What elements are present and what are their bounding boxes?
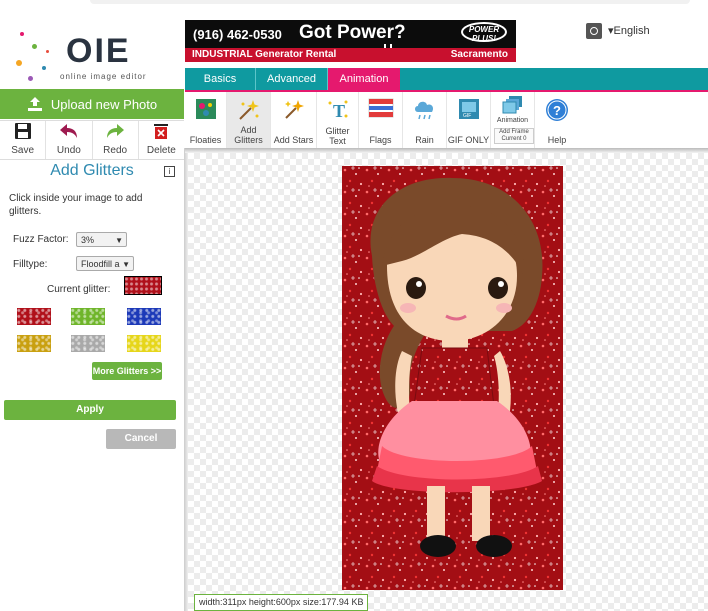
toolbar-add-stars[interactable]: Add Stars (271, 92, 317, 148)
gif-icon: GIF (458, 98, 480, 122)
filltype-value: Floodfill a (81, 259, 120, 269)
toolbar-animation[interactable]: Animation Add Frame Current 0 (491, 92, 535, 148)
logo-sparkle-icon (32, 44, 37, 49)
toolbar-gif-only[interactable]: GIF GIF ONLY (447, 92, 491, 148)
language-selector[interactable]: ▾English (608, 24, 650, 37)
glitter-swatch-green[interactable] (71, 308, 105, 325)
toolbar-rain[interactable]: Rain (403, 92, 447, 148)
logo-subtitle: online image editor (60, 72, 147, 81)
rain-cloud-icon (412, 98, 438, 124)
fuzz-factor-select[interactable]: 3% ▼ (76, 232, 127, 247)
panel-hint: Click inside your image to add glitters. (9, 193, 143, 217)
save-button[interactable]: Save (0, 121, 47, 159)
svg-text:GIF: GIF (463, 113, 471, 119)
help-icon: ? (545, 98, 569, 124)
toolbar-floaties[interactable]: Floaties (185, 92, 227, 148)
logo-sparkle-icon (20, 32, 24, 36)
top-strip (90, 0, 690, 4)
toolbar-help[interactable]: ? Help (535, 92, 579, 148)
redo-button[interactable]: Redo (93, 121, 139, 159)
redo-arrow-icon (105, 122, 125, 145)
stars-wand-icon (282, 98, 306, 124)
delete-button[interactable]: Delete (139, 121, 184, 159)
glitter-text-icon: T (326, 98, 350, 124)
edited-image[interactable] (342, 166, 563, 590)
toolbar-label: Glitter Text (325, 126, 350, 146)
cancel-button[interactable]: Cancel (106, 429, 176, 449)
logo[interactable]: OIE online image editor (10, 22, 180, 88)
undo-button[interactable]: Undo (46, 121, 93, 159)
toolbar-add-glitters[interactable]: Add Glitters (227, 92, 271, 148)
fuzz-factor-label: Fuzz Factor: (13, 234, 69, 245)
ad-phone: (916) 462-0530 (193, 27, 282, 42)
tab-animation[interactable]: Animation (328, 68, 400, 90)
ad-subbar: INDUSTRIAL Generator Rental Sacramento (185, 48, 516, 62)
ad-sub-left: INDUSTRIAL Generator Rental (192, 49, 337, 60)
chevron-down-icon: ▼ (115, 236, 123, 245)
svg-text:T: T (333, 101, 345, 121)
add-frame-label[interactable]: Add Frame Current 0 (494, 128, 534, 144)
ad-sub-right: Sacramento (450, 49, 508, 60)
undo-label: Undo (56, 145, 81, 156)
redo-label: Redo (103, 145, 128, 156)
undo-arrow-icon (59, 122, 79, 145)
toolbar-flags[interactable]: Flags (359, 92, 403, 148)
current-glitter-preview (124, 276, 162, 295)
toolbar-label: Rain (415, 135, 434, 145)
advertisement-banner[interactable]: (916) 462-0530 Got Power? POWER PLUS! IN… (185, 20, 516, 62)
glitter-swatch-yellow[interactable] (127, 335, 161, 352)
filltype-select[interactable]: Floodfill a ▼ (76, 256, 134, 271)
svg-text:?: ? (553, 103, 561, 118)
upload-photo-button[interactable]: Upload new Photo (0, 89, 184, 119)
upload-label: Upload new Photo (50, 96, 158, 112)
toolbar-label: Flags (369, 135, 392, 145)
toolbar-label: Floaties (189, 135, 222, 145)
image-info-status: width:311px height:600px size:177.94 KB (194, 594, 369, 611)
toolbar-label: Add Glitters (234, 125, 263, 145)
ad-brand-logo: POWER PLUS! (461, 22, 507, 43)
floaties-icon (195, 98, 217, 122)
tab-basics[interactable]: Basics (185, 68, 255, 90)
tab-advanced[interactable]: Advanced (256, 68, 327, 90)
toolbar-label: Help (547, 135, 567, 145)
apply-button[interactable]: Apply (4, 400, 176, 420)
logo-sparkle-icon (42, 66, 46, 70)
fuzz-factor-value: 3% (81, 235, 95, 245)
gear-icon[interactable] (586, 23, 602, 39)
glitter-swatch-silver[interactable] (71, 335, 105, 352)
upload-icon (27, 96, 43, 112)
ad-headline: Got Power? (299, 22, 406, 43)
logo-title: OIE (66, 32, 131, 70)
save-label: Save (11, 145, 35, 156)
logo-sparkle-icon (46, 50, 49, 53)
tab-bar: Basics Advanced Animation (185, 68, 708, 90)
more-glitters-button[interactable]: More Glitters >> (92, 362, 162, 380)
current-glitter-label: Current glitter: (47, 284, 111, 295)
delete-label: Delete (146, 145, 176, 156)
glitter-swatch-red[interactable] (17, 308, 51, 325)
glitter-swatch-gold[interactable] (17, 335, 51, 352)
logo-sparkle-icon (28, 76, 33, 81)
glitter-wand-icon (237, 98, 261, 124)
animation-frames-icon (502, 95, 524, 117)
panel-header: Add Glitters i (0, 160, 184, 184)
left-panel: OIE online image editor Upload new Photo… (0, 0, 184, 611)
animation-label: Animation (496, 117, 529, 124)
filltype-label: Filltype: (13, 259, 48, 270)
toolbar-glitter-text[interactable]: T Glitter Text (317, 92, 359, 148)
toolbar-label: GIF ONLY (447, 135, 490, 145)
flag-icon (368, 98, 394, 120)
info-icon[interactable]: i (164, 166, 175, 177)
chevron-down-icon: ▼ (122, 260, 130, 269)
panel-title: Add Glitters (50, 162, 134, 179)
toolbar-label: Add Stars (273, 135, 314, 145)
floppy-disk-icon (14, 122, 32, 145)
glitter-swatch-blue[interactable] (127, 308, 161, 325)
animation-toolbar: Floaties Add Glitters Add Stars T Glitte… (185, 92, 708, 149)
trash-icon (153, 122, 169, 145)
edit-tools: Save Undo Redo Delete (0, 120, 184, 160)
logo-sparkle-icon (16, 60, 22, 66)
